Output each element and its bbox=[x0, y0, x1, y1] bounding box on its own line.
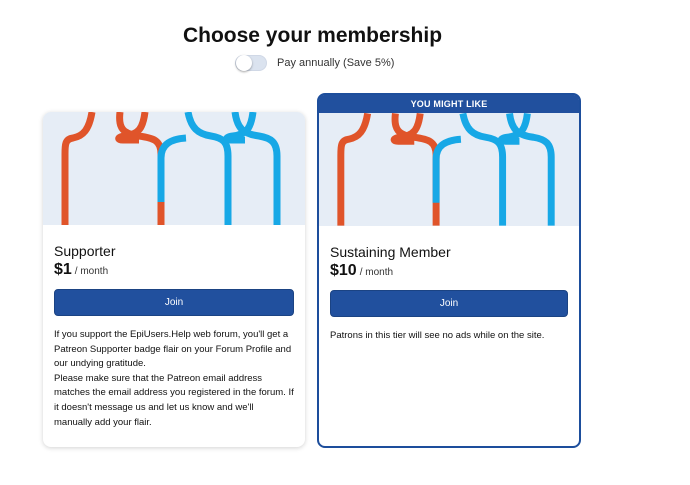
tier-card-supporter: Supporter $1/ month Join If you support … bbox=[43, 112, 305, 447]
toggle-knob[interactable] bbox=[236, 55, 252, 71]
page-title: Choose your membership bbox=[182, 24, 443, 47]
tier-price: $10 bbox=[330, 262, 357, 279]
people-illustration-icon bbox=[61, 112, 281, 225]
tier-description: If you support the EpiUsers.Help web for… bbox=[54, 328, 294, 430]
pay-annually-label: Pay annually (Save 5%) bbox=[277, 57, 395, 69]
description-paragraph: Please make sure that the Patreon email … bbox=[54, 372, 294, 428]
tier-card-sustaining-member: YOU MIGHT LIKE Sustaining Member $10/ mo… bbox=[317, 93, 581, 448]
tier-name: Sustaining Member bbox=[330, 244, 451, 260]
tier-period: / month bbox=[74, 266, 109, 277]
price-row: $10/ month bbox=[330, 262, 568, 280]
tier-name: Supporter bbox=[54, 243, 116, 259]
tier-price: $1 bbox=[54, 261, 72, 278]
pay-annually-toggle[interactable] bbox=[235, 55, 267, 71]
people-illustration-icon bbox=[337, 113, 555, 226]
price-row: $1/ month bbox=[54, 261, 294, 279]
join-button-sustaining-member[interactable]: Join bbox=[330, 290, 568, 317]
recommended-badge: YOU MIGHT LIKE bbox=[319, 95, 579, 113]
billing-toggle-row: Pay annually (Save 5%) bbox=[235, 55, 394, 71]
description-paragraph: Patrons in this tier will see no ads whi… bbox=[330, 330, 545, 341]
description-paragraph: If you support the EpiUsers.Help web for… bbox=[54, 329, 292, 370]
join-button-supporter[interactable]: Join bbox=[54, 289, 294, 316]
tier-illustration bbox=[43, 112, 305, 225]
tier-illustration bbox=[319, 113, 579, 226]
tier-period: / month bbox=[359, 267, 394, 278]
tier-description: Patrons in this tier will see no ads whi… bbox=[330, 329, 568, 344]
